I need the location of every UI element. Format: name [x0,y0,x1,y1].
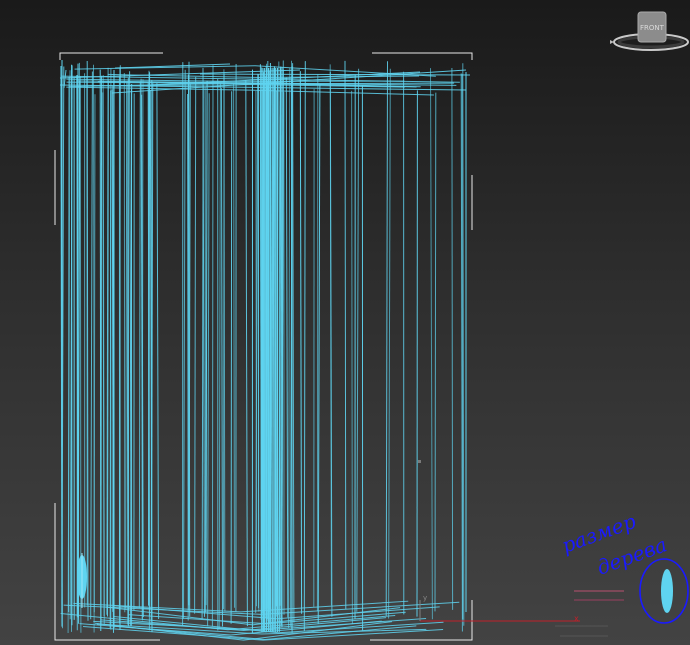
wire-strand [79,76,82,633]
wire-strand [317,84,321,624]
wire-strand [220,88,223,627]
front-viewport[interactable]: y x FRONT размер дерева [0,0,690,645]
viewport-canvas[interactable]: y x FRONT размер дерева [0,0,690,645]
wire-strand [351,90,353,624]
wire-strand [123,72,126,613]
wire-strand [66,86,434,96]
wire-strand [285,77,289,618]
wire-strand [255,90,257,607]
wire-strand [109,90,112,629]
wire-strand [194,76,197,614]
wire-strand [207,93,210,627]
small-tree-circled [661,569,673,613]
pivot-mark [418,460,421,463]
wire-strand [230,91,233,624]
wire-strand [292,63,295,623]
wire-strand [223,73,225,610]
wire-strand [329,64,332,606]
handwritten-annotation: размер дерева [559,509,689,624]
wire-strand [245,80,248,627]
wire-strand [288,67,291,629]
wire-strand [205,80,208,606]
axis-y-label: y [423,594,427,602]
wire-strand [90,71,93,620]
wire-strand [102,92,105,617]
axis-x-label: x [574,614,579,623]
wire-strand [385,61,388,616]
wire-strand [93,64,95,613]
wire-strand [112,86,114,630]
wire-strand [303,61,306,632]
wire-strand [202,67,205,617]
wire-strand [388,68,391,619]
axis-gizmo: y x [419,594,580,623]
wire-strand [138,81,141,609]
wire-strand [451,67,454,610]
wire-strand [199,73,471,76]
wire-strand [218,82,221,630]
reference-lines [555,590,624,637]
viewcube-face-label: FRONT [640,24,665,32]
wire-strand [211,65,214,627]
wire-strand [430,68,433,620]
wire-strand [233,83,235,608]
wire-strand [183,69,186,619]
wire-strand [156,83,160,620]
wire-strand [344,60,347,610]
wire-strand [126,82,129,625]
wire-strand [204,87,207,613]
wire-strand [299,71,303,614]
wire-strand [99,69,102,632]
viewcube-icon[interactable]: FRONT [610,11,689,51]
tree-wireframe[interactable] [59,60,471,641]
wire-strand [356,68,360,612]
wire-strand [434,92,437,612]
